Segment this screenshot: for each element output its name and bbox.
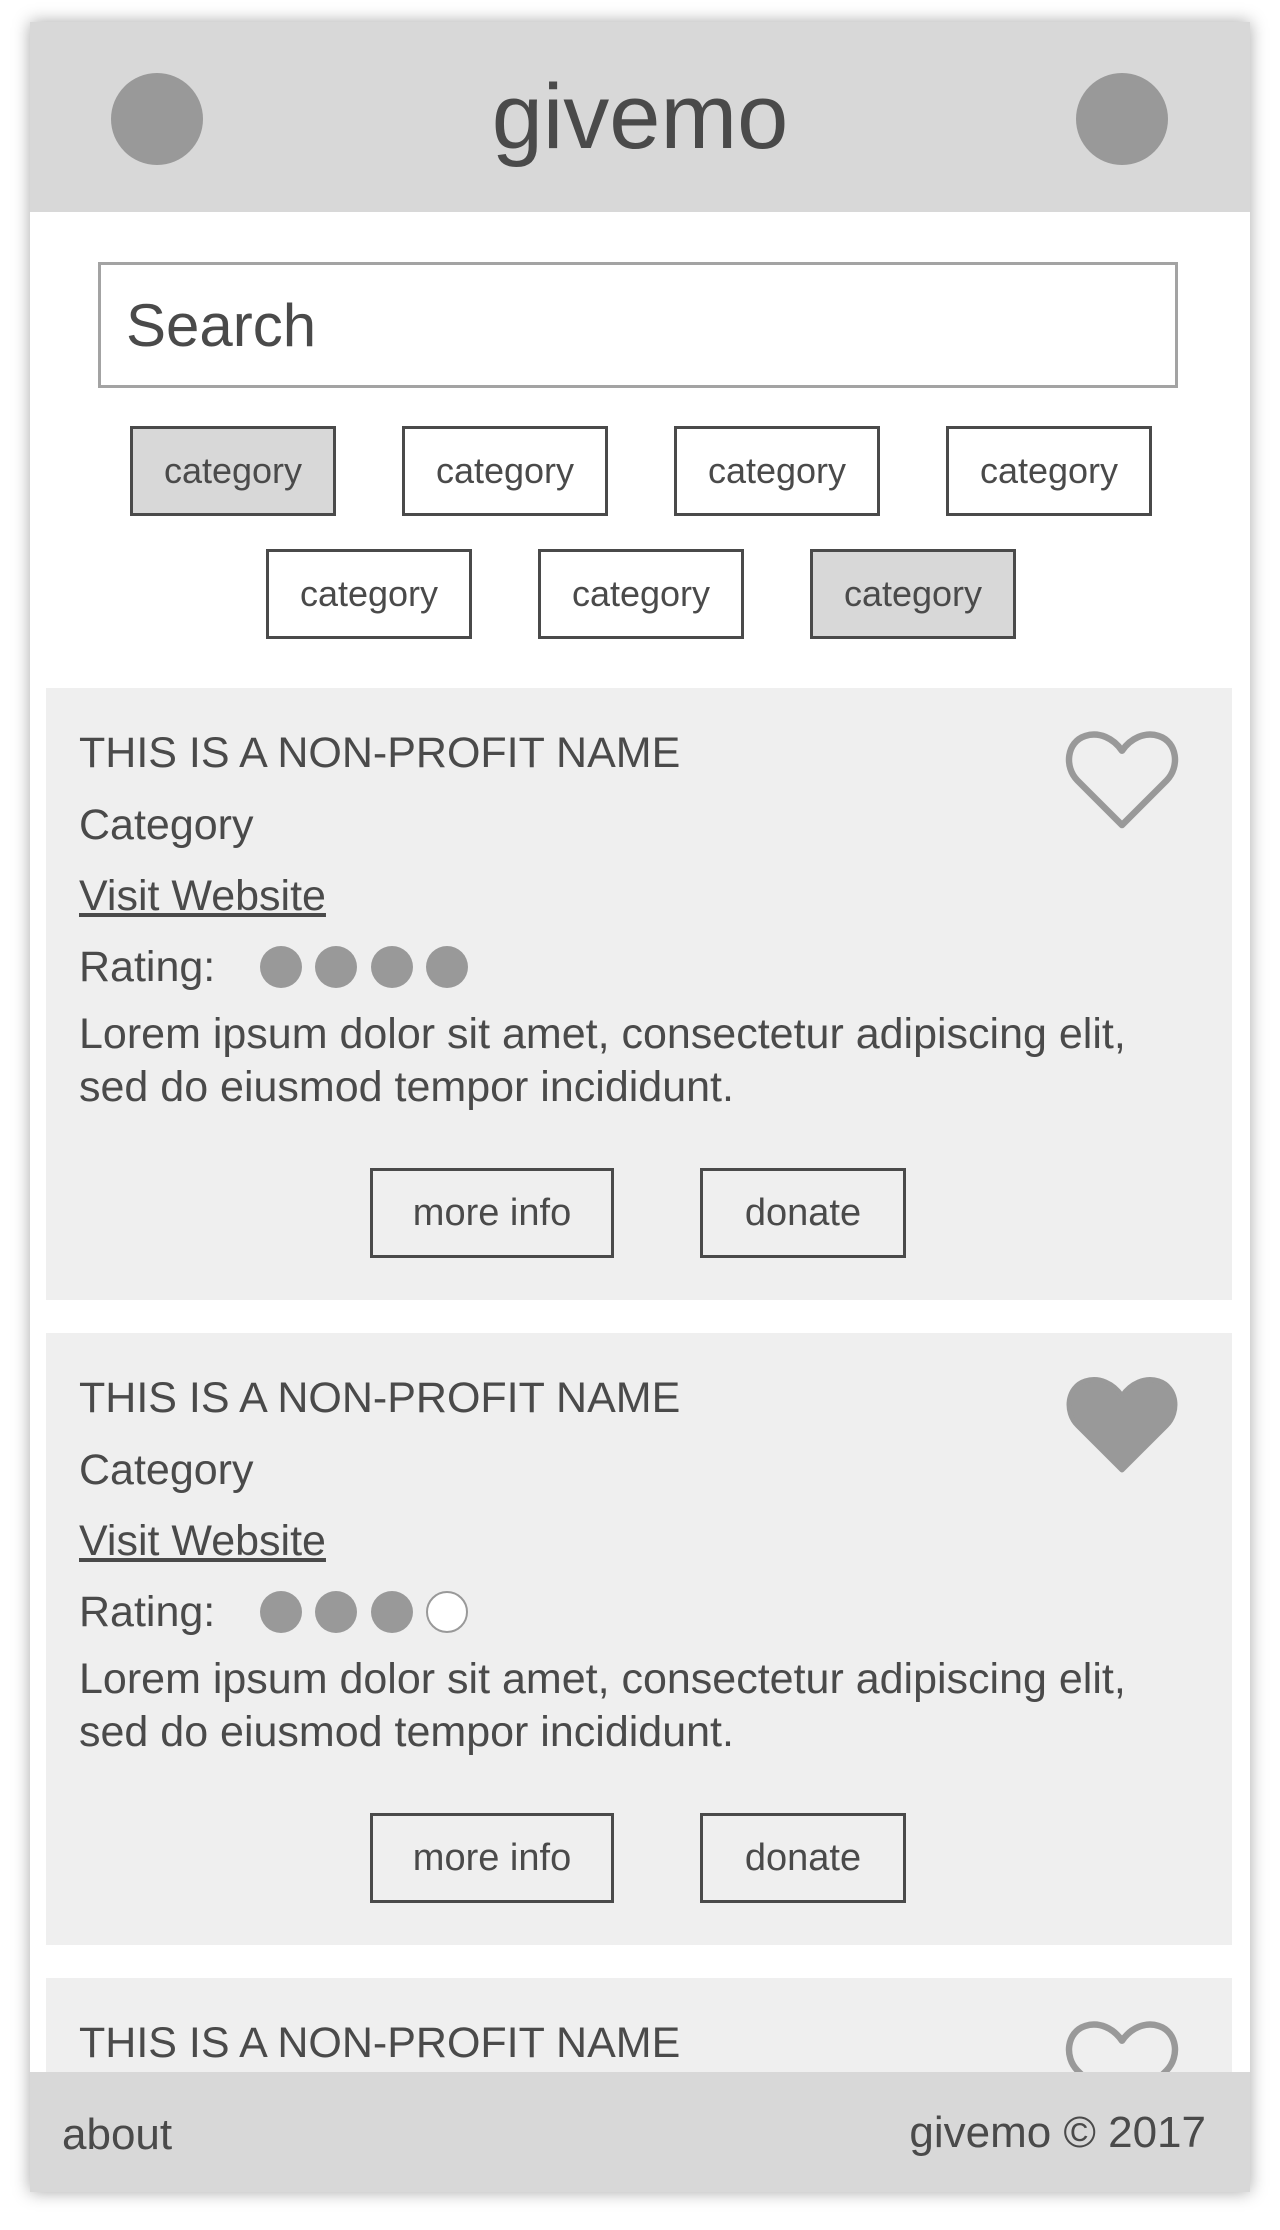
app-footer: about givemo © 2017	[30, 2072, 1250, 2192]
search-input[interactable]: Search	[98, 262, 1178, 388]
copyright-text: givemo © 2017	[909, 2108, 1206, 2157]
rating-label: Rating:	[79, 1588, 216, 1636]
rating-dot-filled	[371, 1591, 413, 1633]
nonprofit-name: THIS IS A NON-PROFIT NAME	[79, 2019, 681, 2067]
donate-button[interactable]: donate	[700, 1168, 906, 1258]
category-filter-3[interactable]: category	[674, 426, 880, 516]
heart-outline-icon[interactable]	[1062, 726, 1182, 830]
app-header: givemo	[30, 22, 1250, 212]
category-filter-5[interactable]: category	[266, 549, 472, 639]
nonprofit-category: Category	[79, 801, 254, 849]
rating-dot-filled	[426, 946, 468, 988]
heart-filled-icon[interactable]	[1062, 1371, 1182, 1475]
category-filter-1[interactable]: category	[130, 426, 336, 516]
rating-label: Rating:	[79, 943, 216, 991]
nonprofit-card: THIS IS A NON-PROFIT NAME Category Visit…	[46, 688, 1232, 1300]
category-filter-6[interactable]: category	[538, 549, 744, 639]
category-filter-7[interactable]: category	[810, 549, 1016, 639]
rating-dot-filled	[260, 1591, 302, 1633]
nonprofit-name: THIS IS A NON-PROFIT NAME	[79, 1374, 681, 1422]
rating-dot-filled	[315, 1591, 357, 1633]
rating-dot-filled	[371, 946, 413, 988]
nonprofit-category: Category	[79, 1446, 254, 1494]
category-filter-4[interactable]: category	[946, 426, 1152, 516]
nonprofit-name: THIS IS A NON-PROFIT NAME	[79, 729, 681, 777]
about-link[interactable]: about	[62, 2110, 172, 2160]
visit-website-link[interactable]: Visit Website	[79, 871, 326, 921]
rating-dot-empty	[426, 1591, 468, 1633]
category-filter-2[interactable]: category	[402, 426, 608, 516]
more-info-button[interactable]: more info	[370, 1813, 614, 1903]
more-info-button[interactable]: more info	[370, 1168, 614, 1258]
profile-circle-icon[interactable]	[1076, 73, 1168, 165]
rating-dot-filled	[260, 946, 302, 988]
visit-website-link[interactable]: Visit Website	[79, 1516, 326, 1566]
donate-button[interactable]: donate	[700, 1813, 906, 1903]
nonprofit-description: Lorem ipsum dolor sit amet, consectetur …	[79, 1655, 1126, 1756]
app-title: givemo	[491, 66, 789, 168]
rating-dot-filled	[315, 946, 357, 988]
app-frame: givemo Search category category category…	[30, 22, 1250, 2192]
nonprofit-description: Lorem ipsum dolor sit amet, consectetur …	[79, 1010, 1126, 1111]
nonprofit-card: THIS IS A NON-PROFIT NAME Category Visit…	[46, 1333, 1232, 1945]
